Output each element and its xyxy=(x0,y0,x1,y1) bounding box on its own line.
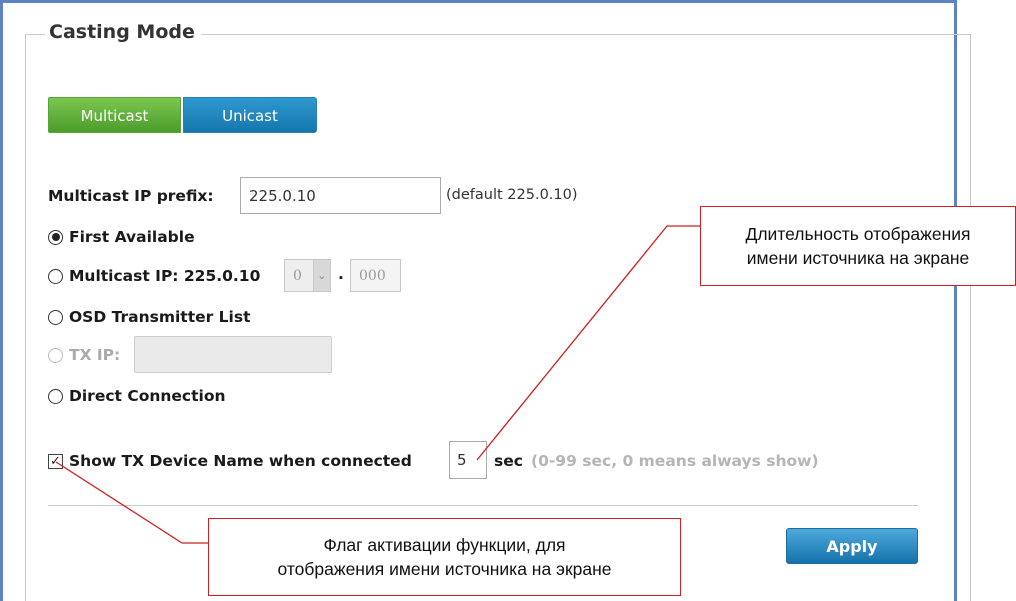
divider xyxy=(48,505,918,506)
option-tx-ip: TX IP: xyxy=(48,345,120,365)
option-multicast-ip[interactable]: Multicast IP: 225.0.10 xyxy=(48,266,260,286)
duration-unit: sec xyxy=(494,452,523,470)
direct-connection-radio[interactable] xyxy=(48,388,63,404)
multicast-prefix-label: Multicast IP prefix: xyxy=(48,187,214,205)
osd-list-label: OSD Transmitter List xyxy=(69,308,251,326)
duration-callout-line1: Длительность отображения xyxy=(745,224,971,244)
multicast-prefix-value: 225.0.10 xyxy=(249,186,316,205)
chevron-down-icon: ⌄ xyxy=(312,260,330,291)
osd-list-radio[interactable] xyxy=(48,309,63,325)
flag-callout: Флаг активации функции, для отображения … xyxy=(208,518,681,596)
flag-callout-line2: отображения имени источника на экране xyxy=(277,559,612,579)
tx-ip-radio xyxy=(48,347,63,363)
last-octet-value: 000 xyxy=(359,267,386,284)
first-available-radio[interactable] xyxy=(48,229,63,245)
option-first-available[interactable]: First Available xyxy=(48,227,195,247)
option-direct-connection[interactable]: Direct Connection xyxy=(48,386,226,406)
duration-callout: Длительность отображения имени источника… xyxy=(700,206,1016,286)
direct-connection-label: Direct Connection xyxy=(69,387,226,405)
first-available-label: First Available xyxy=(69,228,195,246)
tx-ip-input xyxy=(134,336,332,373)
show-name-row: ✓ Show TX Device Name when connected xyxy=(48,451,412,471)
flag-callout-line1: Флаг активации функции, для xyxy=(323,535,566,555)
tx-ip-label: TX IP: xyxy=(69,346,121,364)
multicast-prefix-row: Multicast IP prefix: xyxy=(48,178,214,214)
multicast-prefix-hint: (default 225.0.10) xyxy=(446,187,578,203)
multicast-ip-radio[interactable] xyxy=(48,268,63,284)
show-name-label: Show TX Device Name when connected xyxy=(69,452,412,470)
section-title: Casting Mode xyxy=(45,21,201,43)
duration-callout-line2: имени источника на экране xyxy=(746,248,970,268)
multicast-ip-octet-select[interactable]: 0 ⌄ xyxy=(284,259,331,292)
octet-separator: . xyxy=(338,265,344,283)
show-name-duration-value: 5 xyxy=(457,451,467,469)
last-octet-input[interactable]: 000 xyxy=(350,259,401,292)
apply-button[interactable]: Apply xyxy=(786,528,918,564)
tab-unicast[interactable]: Unicast xyxy=(183,97,317,133)
mode-tabs: Multicast Unicast xyxy=(48,97,317,135)
duration-hint: (0-99 sec, 0 means always show) xyxy=(531,452,819,470)
tab-multicast[interactable]: Multicast xyxy=(48,97,181,133)
octet-select-value: 0 xyxy=(293,267,302,284)
option-osd-list[interactable]: OSD Transmitter List xyxy=(48,307,251,327)
show-name-duration-input[interactable]: 5 xyxy=(449,441,487,479)
show-name-checkbox[interactable]: ✓ xyxy=(48,453,63,469)
multicast-prefix-input[interactable]: 225.0.10 xyxy=(240,177,441,214)
multicast-ip-label: Multicast IP: 225.0.10 xyxy=(69,267,261,285)
